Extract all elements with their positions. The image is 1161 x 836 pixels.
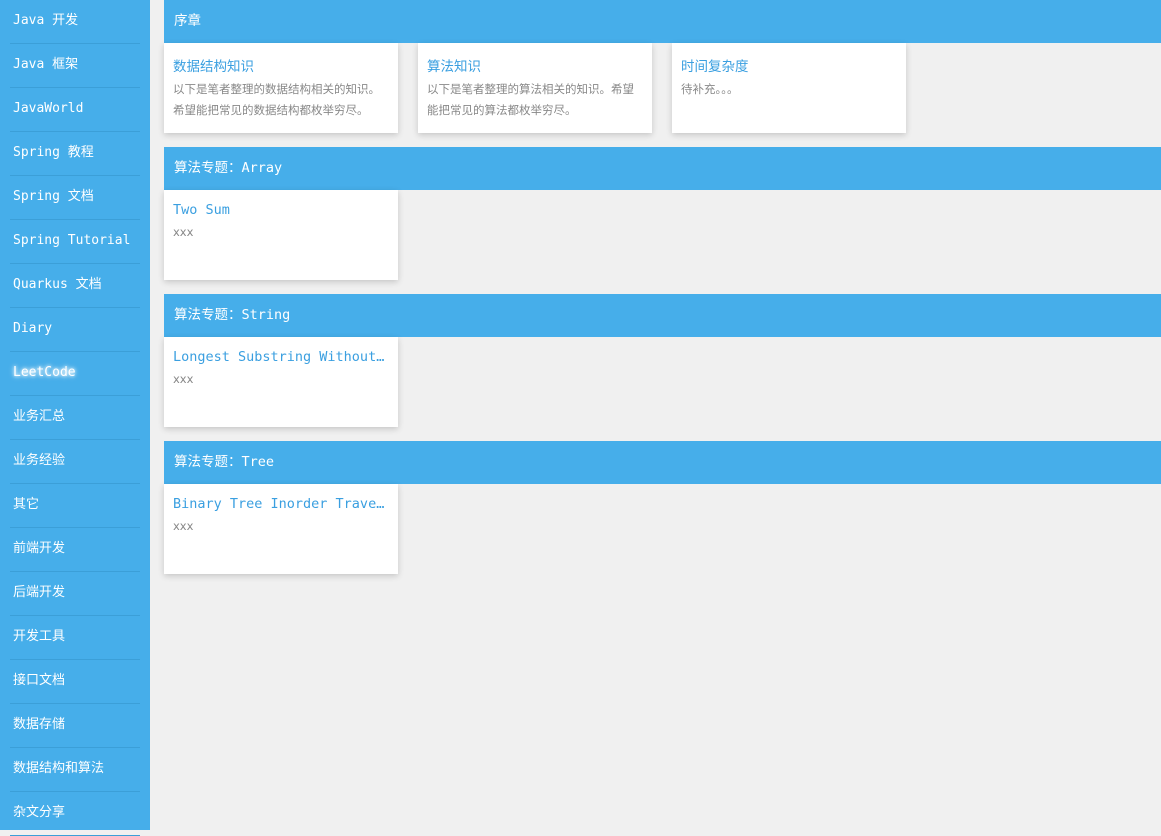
section-header: 算法专题：Tree [164, 441, 1161, 484]
sidebar-item[interactable]: Java 开发 [10, 0, 140, 44]
sidebar-item[interactable]: Spring Tutorial [10, 220, 140, 264]
sidebar-item[interactable]: 杂文分享 [10, 792, 140, 836]
sidebar-item[interactable]: 接口文档 [10, 660, 140, 704]
category-section: 算法专题：String Longest Substring Without Rep… [164, 294, 1161, 427]
category-section: 序章数据结构知识以下是笔者整理的数据结构相关的知识。希望能把常见的数据结构都枚举… [164, 0, 1161, 133]
category-section: 算法专题：Tree Binary Tree Inorder Traversal xx… [164, 441, 1161, 574]
sidebar-item[interactable]: Spring 教程 [10, 132, 140, 176]
sidebar: Java 开发 Java 框架 JavaWorld Spring 教程 Spring 文… [0, 0, 150, 836]
card-title[interactable]: Longest Substring Without Repeating Char… [173, 349, 388, 365]
sidebar-item[interactable]: 数据存储 [10, 704, 140, 748]
card-list: Longest Substring Without Repeating Char… [164, 337, 1161, 427]
article-card[interactable]: Longest Substring Without Repeating Char… [164, 337, 398, 427]
card-list: Two Sum xxx [164, 190, 1161, 280]
category-section: 算法专题：Array Two Sum xxx [164, 147, 1161, 280]
sidebar-item[interactable]: 业务经验 [10, 440, 140, 484]
card-title[interactable]: 算法知识 [427, 55, 642, 75]
article-card[interactable]: Two Sum xxx [164, 190, 398, 280]
sidebar-item[interactable]: 数据结构和算法 [10, 748, 140, 792]
card-list: 数据结构知识以下是笔者整理的数据结构相关的知识。希望能把常见的数据结构都枚举穷尽… [164, 43, 1161, 133]
section-header: 算法专题：Array [164, 147, 1161, 190]
article-card[interactable]: Binary Tree Inorder Traversal xxx [164, 484, 398, 574]
sidebar-item[interactable]: JavaWorld [10, 88, 140, 132]
sidebar-item[interactable]: 后端开发 [10, 572, 140, 616]
card-title[interactable]: 数据结构知识 [173, 55, 388, 75]
card-title[interactable]: Two Sum [173, 202, 388, 218]
sidebar-item[interactable]: 前端开发 [10, 528, 140, 572]
card-description: xxx [173, 372, 194, 386]
card-description: 以下是笔者整理的算法相关的知识。希望能把常见的算法都枚举穷尽。 [427, 82, 634, 117]
sidebar-item[interactable]: 业务汇总 [10, 396, 140, 440]
sidebar-item[interactable]: Quarkus 文档 [10, 264, 140, 308]
section-header: 算法专题：String [164, 294, 1161, 337]
sidebar-item[interactable]: Java 框架 [10, 44, 140, 88]
sidebar-item[interactable]: Diary [10, 308, 140, 352]
card-description: 待补充。。。 [681, 82, 739, 96]
article-card[interactable]: 时间复杂度待补充。。。 [672, 43, 906, 133]
section-header: 序章 [164, 0, 1161, 43]
card-description: xxx [173, 225, 194, 239]
main-content: 序章数据结构知识以下是笔者整理的数据结构相关的知识。希望能把常见的数据结构都枚举… [164, 0, 1161, 588]
article-card[interactable]: 数据结构知识以下是笔者整理的数据结构相关的知识。希望能把常见的数据结构都枚举穷尽… [164, 43, 398, 133]
sidebar-item[interactable]: LeetCode [10, 352, 140, 396]
card-title[interactable]: 时间复杂度 [681, 55, 896, 75]
sidebar-item[interactable]: 开发工具 [10, 616, 140, 660]
article-card[interactable]: 算法知识以下是笔者整理的算法相关的知识。希望能把常见的算法都枚举穷尽。 [418, 43, 652, 133]
card-list: Binary Tree Inorder Traversal xxx [164, 484, 1161, 574]
card-title[interactable]: Binary Tree Inorder Traversal [173, 496, 388, 512]
card-description: xxx [173, 519, 194, 533]
sidebar-item[interactable]: 其它 [10, 484, 140, 528]
sidebar-item[interactable]: Spring 文档 [10, 176, 140, 220]
card-description: 以下是笔者整理的数据结构相关的知识。希望能把常见的数据结构都枚举穷尽。 [173, 82, 380, 117]
